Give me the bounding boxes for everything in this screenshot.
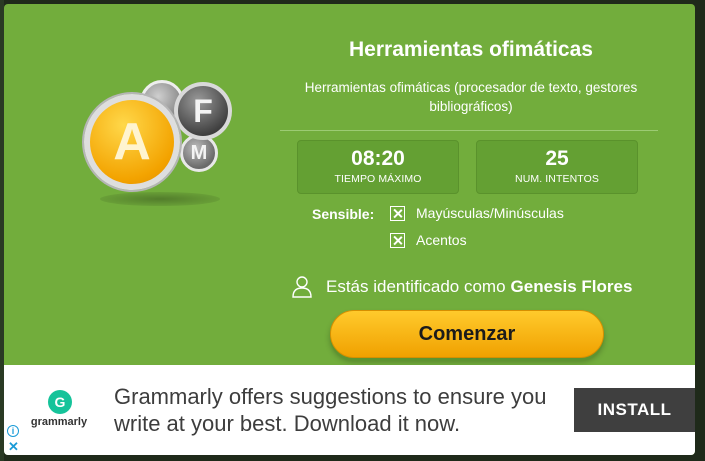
max-time-label: TIEMPO MÁXIMO: [334, 173, 422, 185]
x-mark-icon: [390, 232, 405, 248]
quiz-description: Herramientas ofimáticas (procesador de t…: [304, 80, 638, 114]
identified-prefix: Estás identificado como: [326, 277, 506, 296]
install-button[interactable]: INSTALL: [574, 388, 695, 432]
divider: [280, 130, 658, 131]
grammarly-logo-icon[interactable]: G: [48, 390, 72, 414]
identified-user: Estás identificado como Genesis Flores: [292, 276, 632, 298]
quiz-panel: M F A Herramientas ofimáticas Herramient…: [4, 4, 695, 455]
case-sensitive-option: Mayúsculas/Minúsculas: [390, 205, 564, 221]
num-tries-label: NUM. INTENTOS: [515, 173, 599, 185]
user-icon: [292, 276, 312, 298]
start-button[interactable]: Comenzar: [330, 310, 604, 358]
num-tries-value: 25: [545, 147, 569, 170]
user-name: Genesis Flores: [510, 277, 633, 296]
x-mark-icon: [390, 205, 405, 221]
ad-info-icon[interactable]: i: [7, 425, 19, 437]
logo-shadow: [100, 192, 220, 206]
accent-sensitive-label: Acentos: [416, 232, 467, 248]
ad-text[interactable]: Grammarly offers suggestions to ensure y…: [114, 383, 564, 437]
sensible-label: Sensible:: [312, 206, 375, 222]
logo-coin-f: F: [174, 82, 232, 140]
ad-close-icon[interactable]: ✕: [8, 440, 19, 453]
num-tries-box: 25 NUM. INTENTOS: [476, 140, 638, 194]
max-time-value: 08:20: [351, 147, 405, 170]
ad-brand-name[interactable]: grammarly: [24, 416, 94, 428]
case-sensitive-label: Mayúsculas/Minúsculas: [416, 205, 564, 221]
office-tools-logo: M F A: [78, 72, 248, 212]
max-time-box: 08:20 TIEMPO MÁXIMO: [297, 140, 459, 194]
logo-coin-a: A: [84, 94, 180, 190]
quiz-title: Herramientas ofimáticas: [349, 38, 593, 61]
ad-banner[interactable]: G grammarly Grammarly offers suggestions…: [4, 365, 695, 455]
accent-sensitive-option: Acentos: [390, 232, 467, 248]
